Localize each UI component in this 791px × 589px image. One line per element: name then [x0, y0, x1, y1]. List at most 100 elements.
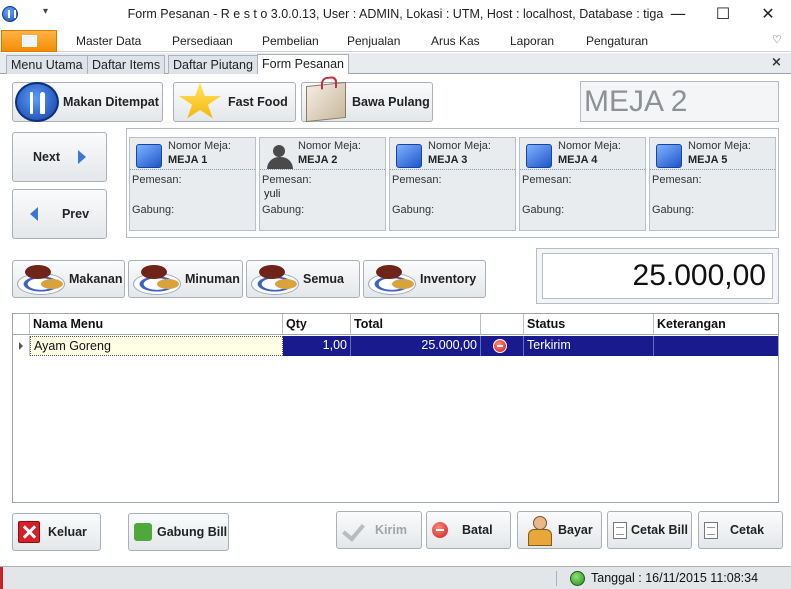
minimize-button[interactable]: —	[655, 2, 701, 28]
bawa-pulang-button[interactable]: Bawa Pulang	[301, 81, 433, 123]
inventory-label: Inventory	[420, 272, 477, 286]
menu-laporan[interactable]: Laporan	[510, 34, 554, 48]
cell-total[interactable]: 25.000,00	[351, 336, 481, 356]
category-minuman-button[interactable]: Minuman	[128, 260, 243, 298]
document-tabs: Menu Utama Daftar Items Daftar Piutang F…	[0, 53, 791, 75]
column-header-action[interactable]	[481, 314, 524, 335]
title-bar: ▾ Form Pesanan - R e s t o 3.0.0.13, Use…	[0, 0, 791, 30]
menu-master-data[interactable]: Master Data	[76, 34, 141, 48]
utensils-icon	[15, 82, 59, 122]
menu-pengaturan[interactable]: Pengaturan	[586, 34, 648, 48]
cetak-button[interactable]: Cetak	[698, 511, 783, 549]
gabung-label: Gabung:	[262, 204, 305, 216]
table-card-header: Nomor Meja: MEJA 2	[260, 138, 385, 170]
cetak-bill-button[interactable]: Cetak Bill	[607, 511, 692, 549]
cancel-minus-icon	[432, 522, 448, 538]
nomor-meja-label: Nomor Meja:	[688, 140, 751, 152]
tab-daftar-items[interactable]: Daftar Items	[87, 55, 166, 74]
pemesan-value: yuli	[264, 188, 281, 200]
table-card-header: Nomor Meja: MEJA 3	[390, 138, 515, 170]
column-header-status[interactable]: Status	[524, 314, 654, 335]
fast-food-button[interactable]: Fast Food	[173, 82, 296, 122]
prev-label: Prev	[61, 207, 90, 221]
grid-header: Nama Menu Qty Total Status Keterangan	[13, 314, 778, 335]
table-card-meja-3[interactable]: Nomor Meja: MEJA 3 Pemesan: Gabung:	[389, 137, 516, 231]
menu-persediaan[interactable]: Persediaan	[172, 34, 233, 48]
kirim-button[interactable]: Kirim	[336, 511, 422, 549]
cell-nama-menu[interactable]: Ayam Goreng	[30, 336, 283, 356]
row-selector-icon[interactable]	[13, 336, 30, 356]
remove-item-icon[interactable]	[493, 339, 507, 353]
category-semua-button[interactable]: Semua	[246, 260, 360, 298]
makan-ditempat-button[interactable]: Makan Ditempat	[12, 82, 163, 122]
cell-status[interactable]: Terkirim	[524, 336, 654, 356]
column-header-total[interactable]: Total	[351, 314, 481, 335]
table-card-meja-4[interactable]: Nomor Meja: MEJA 4 Pemesan: Gabung:	[519, 137, 646, 231]
menu-penjualan[interactable]: Penjualan	[347, 34, 400, 48]
gabung-bill-button[interactable]: Gabung Bill	[128, 513, 229, 551]
prev-button[interactable]: Prev	[12, 189, 107, 239]
gabung-label: Gabung:	[652, 204, 695, 216]
bayar-label: Bayar	[558, 523, 593, 537]
food-plate-icon	[366, 261, 418, 297]
order-grid[interactable]: Nama Menu Qty Total Status Keterangan Ay…	[12, 313, 779, 503]
pemesan-label: Pemesan:	[522, 174, 572, 186]
column-header-qty[interactable]: Qty	[283, 314, 351, 335]
table-icon	[396, 144, 422, 168]
printer-document-icon	[704, 521, 718, 539]
category-inventory-button[interactable]: Inventory	[363, 260, 486, 298]
gabung-label: Gabung:	[522, 204, 565, 216]
grid-header-indicator	[13, 314, 30, 335]
makanan-label: Makanan	[69, 272, 123, 286]
table-card-meja-2[interactable]: Nomor Meja: MEJA 2 Pemesan: yuli Gabung:	[259, 137, 386, 231]
food-plate-icon	[249, 261, 301, 297]
checkmark-icon	[343, 520, 367, 540]
table-name: MEJA 5	[688, 154, 728, 166]
minuman-label: Minuman	[185, 272, 240, 286]
batal-label: Batal	[462, 523, 493, 537]
semua-label: Semua	[303, 272, 344, 286]
tab-close-icon[interactable]: ×	[771, 55, 782, 70]
table-card-meja-1[interactable]: Nomor Meja: MEJA 1 Pemesan: Gabung:	[129, 137, 256, 231]
table-card-header: Nomor Meja: MEJA 4	[520, 138, 645, 170]
nomor-meja-label: Nomor Meja:	[558, 140, 621, 152]
form-pesanan-content: Makan Ditempat Fast Food Bawa Pulang MEJ…	[3, 74, 788, 566]
selected-table-display: MEJA 2	[580, 81, 779, 122]
arrow-left-icon	[29, 207, 38, 221]
gabung-label: Gabung:	[392, 204, 435, 216]
exit-x-icon	[18, 521, 40, 543]
tab-form-pesanan[interactable]: Form Pesanan	[257, 54, 349, 75]
column-header-nama-menu[interactable]: Nama Menu	[30, 314, 283, 335]
bayar-button[interactable]: Bayar	[517, 511, 602, 549]
table-name: MEJA 3	[428, 154, 468, 166]
table-name: MEJA 4	[558, 154, 598, 166]
ribbon-collapse-icon[interactable]: ♡	[772, 33, 782, 46]
person-icon	[266, 144, 293, 169]
batal-button[interactable]: Batal	[426, 511, 511, 549]
cell-action[interactable]	[481, 336, 524, 356]
makan-ditempat-label: Makan Ditempat	[63, 95, 159, 109]
table-name: MEJA 2	[298, 154, 338, 166]
keluar-button[interactable]: Keluar	[12, 513, 101, 551]
table-card-meja-5[interactable]: Nomor Meja: MEJA 5 Pemesan: Gabung:	[649, 137, 776, 231]
next-button[interactable]: Next	[12, 132, 107, 182]
gabung-bill-label: Gabung Bill	[157, 525, 228, 539]
food-plate-icon	[131, 261, 183, 297]
tab-daftar-piutang[interactable]: Daftar Piutang	[168, 55, 258, 74]
table-card-header: Nomor Meja: MEJA 1	[130, 138, 255, 170]
cell-keterangan[interactable]	[654, 336, 778, 356]
maximize-button[interactable]: ☐	[700, 2, 746, 28]
pemesan-label: Pemesan:	[652, 174, 702, 186]
cell-qty[interactable]: 1,00	[283, 336, 351, 356]
total-display-panel: 25.000,00	[536, 248, 779, 304]
fast-food-label: Fast Food	[228, 95, 288, 109]
tab-menu-utama[interactable]: Menu Utama	[6, 55, 88, 74]
application-menu-button[interactable]	[1, 30, 57, 52]
menu-arus-kas[interactable]: Arus Kas	[431, 34, 480, 48]
category-makanan-button[interactable]: Makanan	[12, 260, 125, 298]
table-row[interactable]: Ayam Goreng 1,00 25.000,00 Terkirim	[13, 336, 778, 356]
menu-pembelian[interactable]: Pembelian	[262, 34, 319, 48]
close-window-button[interactable]: ✕	[745, 2, 791, 28]
column-header-keterangan[interactable]: Keterangan	[654, 314, 778, 335]
table-icon	[136, 144, 162, 168]
